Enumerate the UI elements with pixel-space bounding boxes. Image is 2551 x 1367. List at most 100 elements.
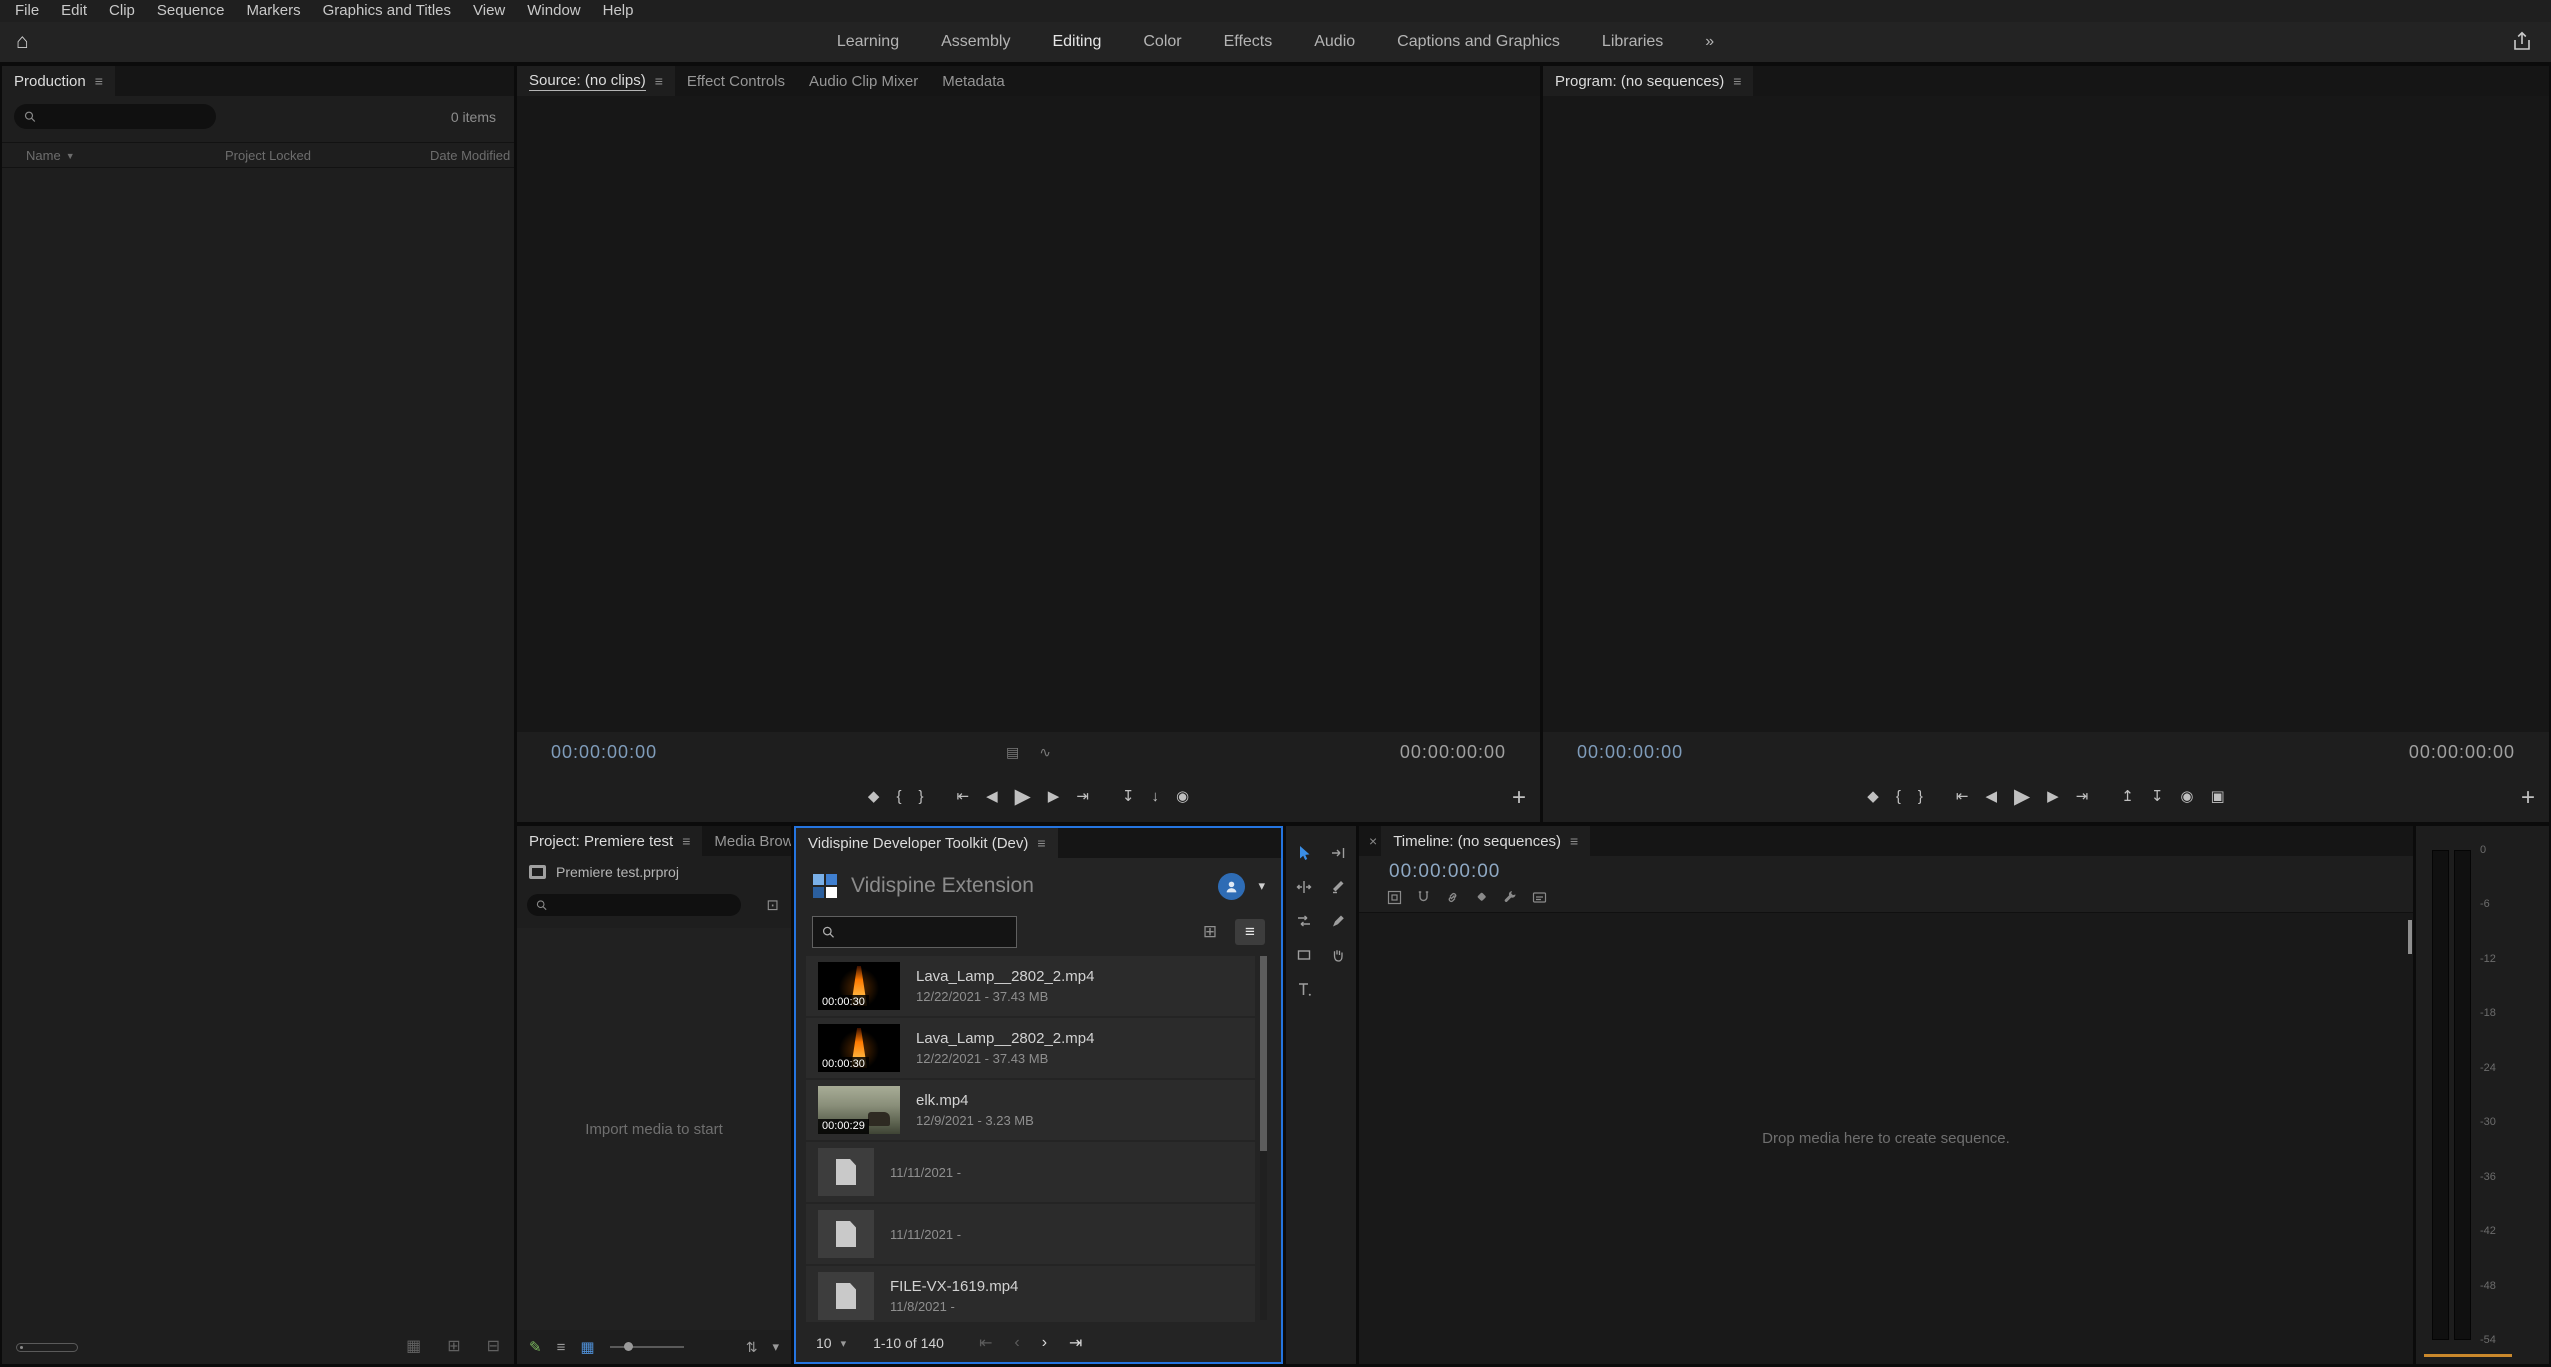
- film-strip-icon[interactable]: ▦: [406, 1339, 421, 1355]
- button-editor-plus[interactable]: +: [1512, 786, 1526, 810]
- add-marker-button[interactable]: ◆: [868, 789, 880, 804]
- captions-icon[interactable]: [1532, 890, 1547, 905]
- panel-menu-icon[interactable]: ≡: [1037, 835, 1045, 851]
- timeline-drop-zone[interactable]: Drop media here to create sequence.: [1359, 912, 2413, 1364]
- drag-video-icon[interactable]: ▤: [1006, 744, 1019, 761]
- play-button[interactable]: ▶: [1015, 786, 1031, 807]
- scrollbar-thumb[interactable]: [1260, 956, 1267, 1151]
- add-marker-icon[interactable]: [1474, 890, 1489, 905]
- menu-help[interactable]: Help: [592, 0, 645, 22]
- sort-icons-icon[interactable]: ⇅: [746, 1339, 758, 1356]
- workspace-tab-assembly[interactable]: Assembly: [941, 33, 1010, 51]
- hand-tool[interactable]: [1321, 944, 1355, 966]
- go-to-in-button[interactable]: ⇤: [957, 789, 970, 804]
- menu-graphics-and-titles[interactable]: Graphics and Titles: [312, 0, 462, 22]
- type-tool[interactable]: [1287, 978, 1321, 1000]
- timeline-current-time[interactable]: 00:00:00:00: [1389, 861, 1500, 883]
- grid-view-toggle-icon[interactable]: ⊞: [1195, 919, 1225, 945]
- snap-icon[interactable]: [1416, 890, 1431, 905]
- insert-as-nest-icon[interactable]: [1387, 890, 1402, 905]
- project-writable-icon[interactable]: ✎: [529, 1338, 542, 1356]
- list-scrollbar[interactable]: [1260, 956, 1267, 1320]
- quick-export-icon[interactable]: [2511, 31, 2533, 52]
- account-menu-caret-icon[interactable]: ▾: [1258, 878, 1265, 894]
- step-back-button[interactable]: ◀: [1985, 789, 1997, 804]
- thumbnail-zoom-slider[interactable]: [16, 1343, 78, 1352]
- panel-menu-icon[interactable]: ≡: [682, 833, 690, 849]
- menu-clip[interactable]: Clip: [98, 0, 146, 22]
- list-item[interactable]: 00:00:30 Lava_Lamp__2802_2.mp4 12/22/202…: [806, 1018, 1255, 1078]
- tab-audio-clip-mixer[interactable]: Audio Clip Mixer: [797, 66, 930, 96]
- mark-out-button[interactable]: }: [918, 789, 923, 804]
- list-item[interactable]: FILE-VX-1619.mp4 11/8/2021 -: [806, 1266, 1255, 1322]
- column-header-project-locked[interactable]: Project Locked: [225, 148, 311, 163]
- new-search-bin-icon[interactable]: ⊡: [766, 896, 779, 914]
- panel-menu-icon[interactable]: ≡: [655, 73, 663, 89]
- zoom-slider[interactable]: [610, 1346, 684, 1348]
- menu-markers[interactable]: Markers: [235, 0, 311, 22]
- icon-view-icon[interactable]: ▦: [580, 1338, 594, 1356]
- tab-source[interactable]: Source: (no clips) ≡: [517, 66, 675, 96]
- go-to-out-button[interactable]: ⇥: [2076, 789, 2089, 804]
- list-view-icon[interactable]: ≡: [557, 1339, 566, 1356]
- menu-sequence[interactable]: Sequence: [146, 0, 236, 22]
- close-panel-icon[interactable]: ×: [1359, 826, 1381, 856]
- list-item[interactable]: 00:00:30 Lava_Lamp__2802_2.mp4 12/22/202…: [806, 956, 1255, 1016]
- page-size-value[interactable]: 10: [816, 1335, 832, 1351]
- slip-tool[interactable]: [1287, 910, 1321, 932]
- extract-button[interactable]: ↧: [2151, 789, 2164, 804]
- tab-program[interactable]: Program: (no sequences) ≡: [1543, 66, 1753, 96]
- export-frame-button[interactable]: ◉: [2180, 789, 2193, 804]
- panel-menu-icon[interactable]: ≡: [1570, 833, 1578, 849]
- user-avatar[interactable]: [1218, 873, 1245, 900]
- drag-audio-icon[interactable]: ∿: [1039, 744, 1051, 761]
- page-size-caret-icon[interactable]: ▾: [841, 1337, 847, 1350]
- menu-file[interactable]: File: [4, 0, 50, 22]
- step-back-button[interactable]: ◀: [986, 789, 998, 804]
- zoom-slider-knob[interactable]: [624, 1342, 633, 1351]
- project-file-row[interactable]: Premiere test.prproj: [529, 864, 679, 880]
- overwrite-button[interactable]: ↓: [1151, 789, 1159, 804]
- panel-menu-icon[interactable]: ≡: [1733, 73, 1741, 89]
- ripple-edit-tool[interactable]: [1287, 876, 1321, 898]
- menu-view[interactable]: View: [462, 0, 516, 22]
- go-to-out-button[interactable]: ⇥: [1076, 789, 1089, 804]
- column-header-date-modified[interactable]: Date Modified: [430, 148, 510, 163]
- razor-tool[interactable]: [1321, 876, 1355, 898]
- delete-icon[interactable]: ⊟: [487, 1339, 500, 1355]
- first-page-button[interactable]: ⇤: [979, 1333, 992, 1353]
- tab-effect-controls[interactable]: Effect Controls: [675, 66, 797, 96]
- mark-in-button[interactable]: {: [1896, 789, 1901, 804]
- mark-in-button[interactable]: {: [896, 789, 901, 804]
- play-button[interactable]: ▶: [2014, 786, 2030, 807]
- tab-metadata[interactable]: Metadata: [930, 66, 1017, 96]
- menu-window[interactable]: Window: [516, 0, 591, 22]
- export-frame-button[interactable]: ◉: [1176, 789, 1189, 804]
- column-header-name[interactable]: Name ▼: [26, 148, 75, 163]
- workspace-tab-libraries[interactable]: Libraries: [1602, 33, 1663, 51]
- more-options-chevron-icon[interactable]: ▾: [772, 1339, 779, 1355]
- workspace-tab-captions-and-graphics[interactable]: Captions and Graphics: [1397, 33, 1560, 51]
- tab-production[interactable]: Production ≡: [2, 66, 115, 96]
- next-page-button[interactable]: ›: [1042, 1334, 1047, 1352]
- timeline-display-settings-icon[interactable]: [1503, 890, 1518, 905]
- workspace-tab-learning[interactable]: Learning: [837, 33, 899, 51]
- vidispine-search-input[interactable]: [842, 924, 1007, 941]
- list-view-toggle-icon[interactable]: ≡: [1235, 919, 1265, 945]
- menu-edit[interactable]: Edit: [50, 0, 98, 22]
- previous-page-button[interactable]: ‹: [1014, 1334, 1019, 1352]
- track-select-forward-tool[interactable]: [1321, 842, 1355, 864]
- selection-tool[interactable]: [1287, 842, 1321, 864]
- lift-button[interactable]: ↥: [2121, 789, 2134, 804]
- workspace-tab-color[interactable]: Color: [1143, 33, 1181, 51]
- workspace-tab-audio[interactable]: Audio: [1314, 33, 1355, 51]
- program-current-time[interactable]: 00:00:00:00: [1577, 742, 1683, 763]
- list-item[interactable]: 11/11/2021 -: [806, 1142, 1255, 1202]
- timeline-scrollbar-thumb[interactable]: [2408, 920, 2412, 954]
- insert-button[interactable]: ↧: [1122, 789, 1135, 804]
- last-page-button[interactable]: ⇥: [1069, 1333, 1082, 1353]
- step-forward-button[interactable]: ▶: [2047, 789, 2059, 804]
- panel-menu-icon[interactable]: ≡: [95, 73, 103, 89]
- list-item[interactable]: 11/11/2021 -: [806, 1204, 1255, 1264]
- workspace-tab-effects[interactable]: Effects: [1224, 33, 1273, 51]
